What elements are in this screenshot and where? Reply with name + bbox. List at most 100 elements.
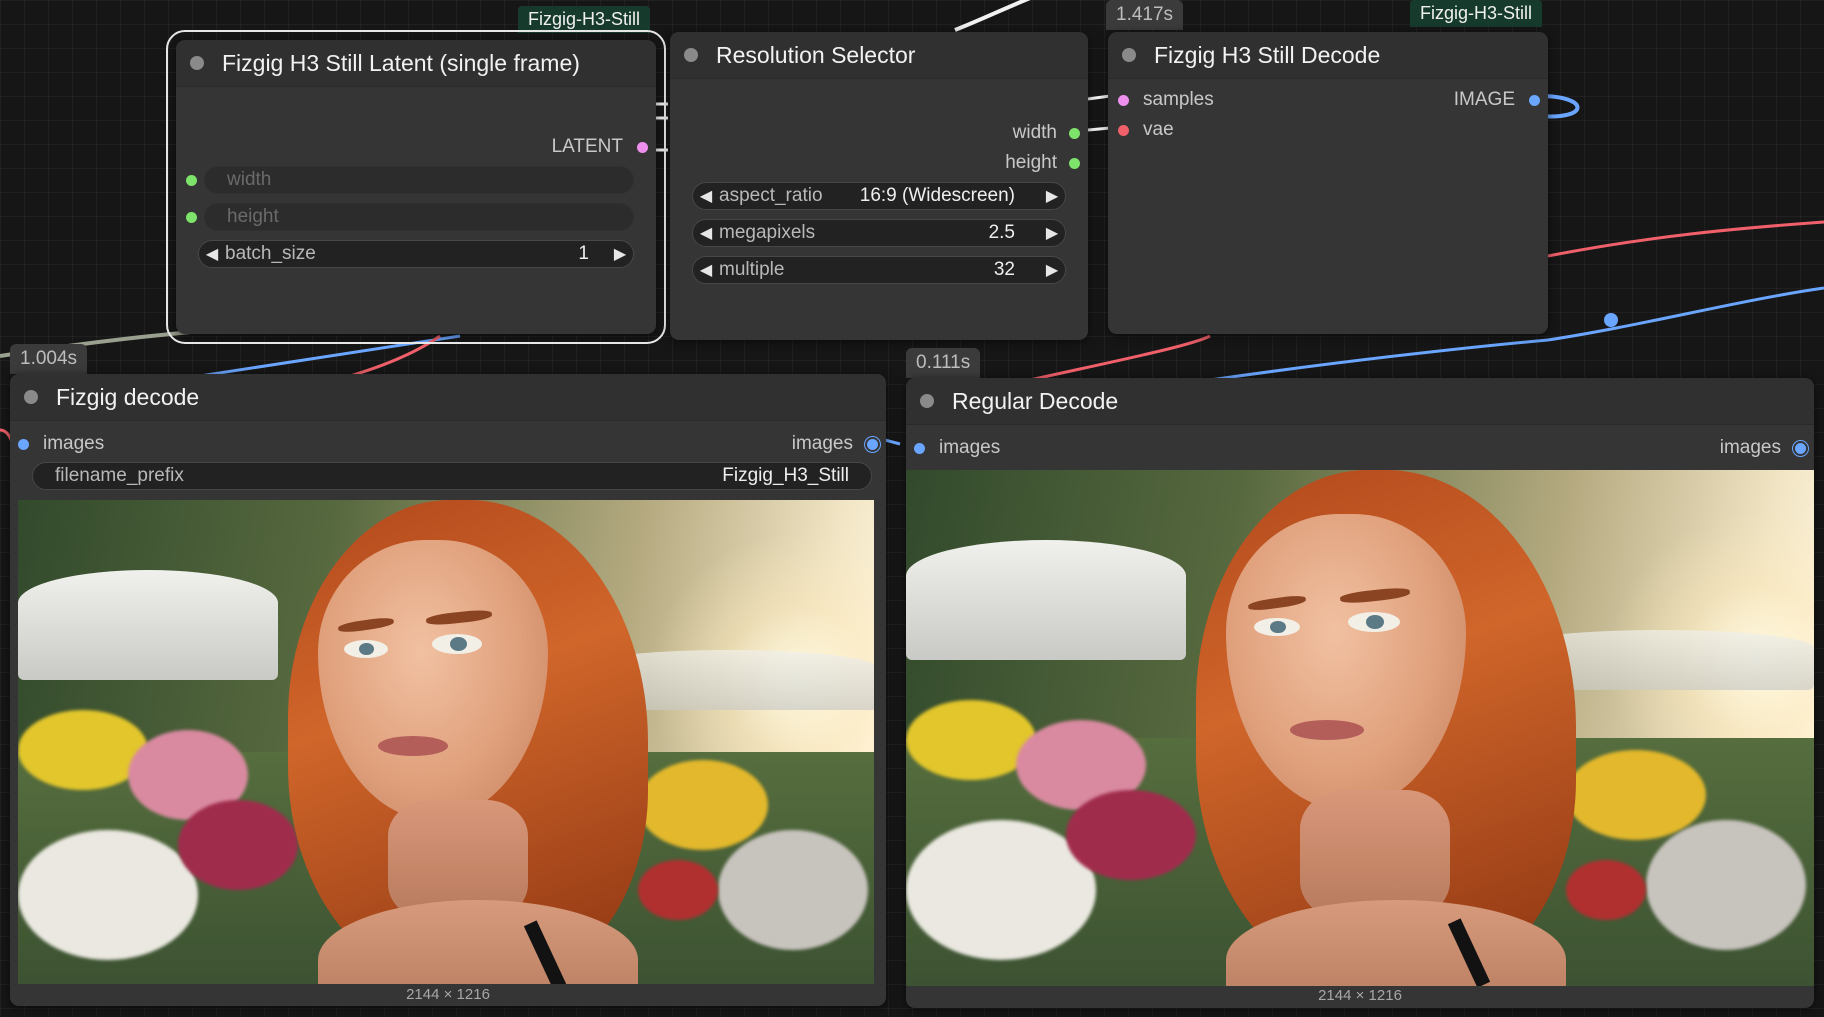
vae-input[interactable]: vae: [1118, 117, 1174, 143]
height-widget: height: [204, 203, 634, 231]
collapse-dot-icon[interactable]: [684, 48, 698, 62]
megapixels-label: megapixels: [719, 222, 816, 243]
batch-size-value[interactable]: 1: [578, 243, 607, 265]
images-input-label: images: [939, 437, 1001, 458]
image-dimensions: 2144 × 1216: [1318, 987, 1402, 1004]
images-input[interactable]: images: [914, 435, 1000, 461]
wire-image-lower: [1209, 338, 1549, 382]
images-output-label: images: [791, 433, 853, 454]
filename-prefix-widget[interactable]: filename_prefix Fizgig_H3_Still: [32, 462, 872, 490]
node-title-text: Resolution Selector: [716, 41, 916, 68]
decrement-arrow-icon[interactable]: ◀: [693, 260, 719, 280]
images-input[interactable]: images: [18, 431, 104, 457]
width-output-slot-icon[interactable]: [1069, 127, 1080, 139]
collapse-dot-icon[interactable]: [920, 394, 934, 408]
wire-width-link: [1087, 94, 1111, 101]
vae-input-label: vae: [1143, 119, 1174, 140]
filename-prefix-value[interactable]: Fizgig_H3_Still: [722, 465, 871, 487]
batch-size-widget[interactable]: ◀ batch_size 1 ▶: [198, 240, 634, 268]
decrement-arrow-icon[interactable]: ◀: [199, 244, 225, 264]
batch-size-label: batch_size: [225, 243, 316, 264]
wire-white-top: [954, 0, 1031, 32]
width-slot-icon[interactable]: [186, 174, 197, 186]
latent-output-slot-icon[interactable]: [637, 141, 648, 153]
increment-arrow-icon[interactable]: ▶: [1039, 223, 1065, 243]
wire-blue-left: [199, 334, 461, 378]
images-input-slot-icon[interactable]: [914, 442, 925, 454]
images-output[interactable]: images: [1720, 435, 1806, 461]
image-output-label: IMAGE: [1453, 89, 1515, 110]
images-input-slot-icon[interactable]: [18, 438, 29, 450]
node-title-text: Fizgig H3 Still Latent (single frame): [222, 49, 580, 76]
collapse-dot-icon[interactable]: [1122, 48, 1136, 62]
width-widget-label: width: [227, 169, 272, 190]
collapse-dot-icon[interactable]: [24, 390, 38, 404]
resolution-selector-node[interactable]: Resolution Selector width height ◀ aspec…: [670, 32, 1088, 340]
wire-vae-lower: [1029, 334, 1211, 382]
height-input[interactable]: [186, 204, 197, 230]
image-output-slot-icon[interactable]: [1529, 94, 1540, 106]
height-output-slot-icon[interactable]: [1069, 157, 1080, 169]
megapixels-widget[interactable]: ◀ megapixels 2.5 ▶: [692, 219, 1066, 247]
height-widget-label: height: [227, 206, 279, 227]
aspect-ratio-label: aspect_ratio: [719, 185, 823, 206]
still-decode-node[interactable]: Fizgig H3 Still Decode samples vae IMAGE: [1108, 32, 1548, 334]
decrement-arrow-icon[interactable]: ◀: [693, 186, 719, 206]
height-output-label: height: [1005, 152, 1057, 173]
latent-node[interactable]: Fizgig H3 Still Latent (single frame) LA…: [166, 30, 666, 344]
image-output[interactable]: IMAGE: [1454, 87, 1540, 113]
node-title-text: Regular Decode: [952, 387, 1119, 414]
resolution-node-title[interactable]: Resolution Selector: [670, 32, 1088, 79]
latent-output-label: LATENT: [551, 136, 623, 157]
width-widget: width: [204, 166, 634, 194]
fizgig-decode-node-title[interactable]: Fizgig decode: [10, 374, 886, 421]
node-title-text: Fizgig decode: [56, 383, 200, 410]
vae-slot-icon[interactable]: [1118, 124, 1129, 136]
aspect-ratio-value[interactable]: 16:9 (Widescreen): [860, 185, 1039, 207]
filename-prefix-label: filename_prefix: [55, 465, 184, 486]
latent-node-title[interactable]: Fizgig H3 Still Latent (single frame): [176, 40, 656, 87]
multiple-label: multiple: [719, 259, 785, 280]
wire-images-link: [884, 438, 901, 446]
fizgig-decode-node[interactable]: Fizgig decode images images filename_pre…: [10, 374, 886, 1006]
images-output-label: images: [1719, 437, 1781, 458]
increment-arrow-icon[interactable]: ▶: [607, 244, 633, 264]
wire-red-left: [349, 334, 441, 378]
output-image-preview[interactable]: [18, 500, 874, 984]
samples-input-label: samples: [1143, 89, 1214, 110]
execution-time-badge: 0.111s: [906, 348, 981, 378]
group-tag-right[interactable]: Fizgig-H3-Still: [1410, 0, 1543, 27]
height-output[interactable]: height: [1005, 150, 1080, 176]
wire-reroute-point: [1604, 313, 1618, 327]
samples-input[interactable]: samples: [1118, 87, 1214, 113]
width-output-label: width: [1012, 122, 1057, 143]
collapse-dot-icon[interactable]: [190, 56, 204, 70]
images-input-label: images: [43, 433, 105, 454]
regular-decode-node[interactable]: Regular Decode images images 2144 × 1216: [906, 378, 1814, 1008]
aspect-ratio-widget[interactable]: ◀ aspect_ratio 16:9 (Widescreen) ▶: [692, 182, 1066, 210]
samples-slot-icon[interactable]: [1118, 94, 1129, 106]
width-output[interactable]: width: [1013, 120, 1080, 146]
decrement-arrow-icon[interactable]: ◀: [693, 223, 719, 243]
multiple-value[interactable]: 32: [994, 259, 1039, 281]
increment-arrow-icon[interactable]: ▶: [1039, 186, 1065, 206]
multiple-widget[interactable]: ◀ multiple 32 ▶: [692, 256, 1066, 284]
group-tag-left[interactable]: Fizgig-H3-Still: [518, 6, 651, 33]
images-output-slot-icon[interactable]: [1795, 442, 1806, 454]
still-decode-node-title[interactable]: Fizgig H3 Still Decode: [1108, 32, 1548, 79]
regular-decode-node-title[interactable]: Regular Decode: [906, 378, 1814, 425]
image-dimensions: 2144 × 1216: [406, 986, 490, 1003]
node-title-text: Fizgig H3 Still Decode: [1154, 41, 1381, 68]
wire-height-link: [1087, 126, 1111, 132]
output-image-preview[interactable]: [906, 470, 1814, 986]
wire-vae-right: [1547, 220, 1824, 258]
width-input[interactable]: [186, 167, 197, 193]
latent-output[interactable]: LATENT: [552, 134, 648, 160]
megapixels-value[interactable]: 2.5: [989, 222, 1039, 244]
images-output-slot-icon[interactable]: [867, 438, 878, 450]
increment-arrow-icon[interactable]: ▶: [1039, 260, 1065, 280]
height-slot-icon[interactable]: [186, 211, 197, 223]
execution-time-badge: 1.417s: [1106, 0, 1184, 30]
images-output[interactable]: images: [792, 431, 878, 457]
execution-time-badge: 1.004s: [10, 344, 88, 374]
